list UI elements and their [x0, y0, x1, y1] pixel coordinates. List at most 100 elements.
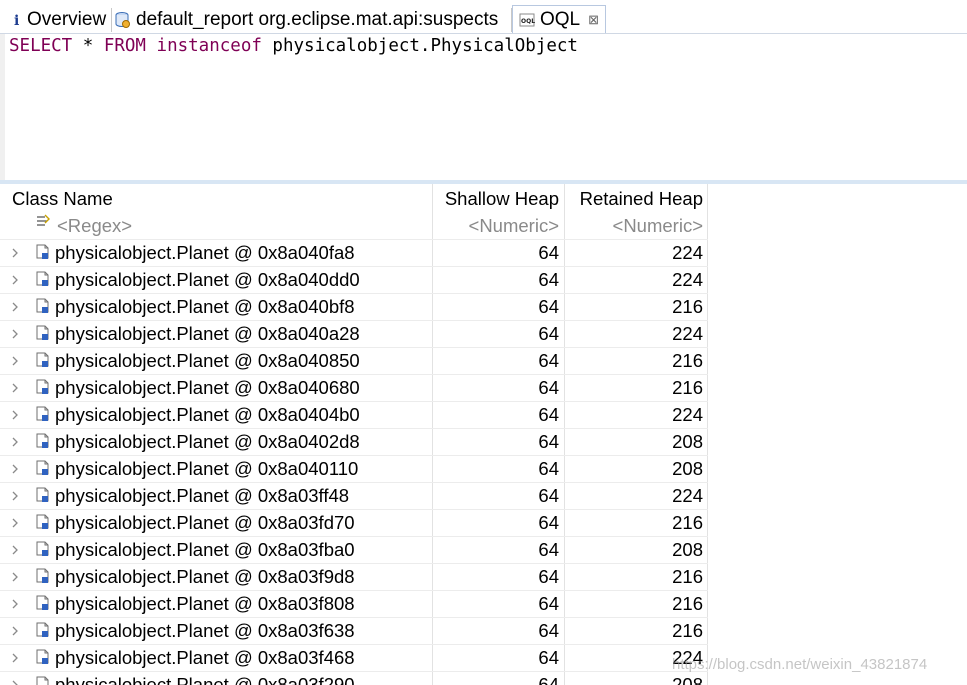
- shallow-heap-cell: 64: [538, 620, 559, 641]
- query-token: *: [72, 36, 104, 56]
- shallow-heap-cell: 64: [538, 566, 559, 587]
- class-name-filter-input[interactable]: <Regex>: [57, 213, 132, 239]
- table-row[interactable]: physicalobject.Planet @ 0x8a03f808 64 216: [0, 590, 708, 617]
- tab-overview[interactable]: i Overview: [12, 6, 106, 34]
- expand-chevron-icon[interactable]: [11, 433, 21, 451]
- oql-query-text: SELECT * FROM instanceof physicalobject.…: [9, 36, 578, 56]
- class-name-cell: physicalobject.Planet @ 0x8a040a28: [55, 323, 360, 344]
- shallow-heap-cell: 64: [538, 404, 559, 425]
- class-name-cell: physicalobject.Planet @ 0x8a03f638: [55, 620, 355, 641]
- class-name-cell: physicalobject.Planet @ 0x8a0402d8: [55, 431, 360, 452]
- object-instance-icon: [35, 404, 51, 429]
- shallow-heap-cell: 64: [538, 674, 559, 685]
- shallow-heap-cell: 64: [538, 647, 559, 668]
- table-row[interactable]: physicalobject.Planet @ 0x8a03f468 64 224: [0, 644, 708, 671]
- oql-query-editor[interactable]: SELECT * FROM instanceof physicalobject.…: [0, 34, 967, 180]
- retained-heap-cell: 216: [672, 350, 703, 371]
- expand-chevron-icon[interactable]: [11, 271, 21, 289]
- retained-heap-cell: 208: [672, 458, 703, 479]
- class-name-cell: physicalobject.Planet @ 0x8a040dd0: [55, 269, 360, 290]
- object-instance-icon: [35, 485, 51, 510]
- class-name-cell: physicalobject.Planet @ 0x8a03f468: [55, 647, 355, 668]
- table-row[interactable]: physicalobject.Planet @ 0x8a0402d8 64 208: [0, 428, 708, 455]
- table-row[interactable]: physicalobject.Planet @ 0x8a03ff48 64 224: [0, 482, 708, 509]
- class-name-cell: physicalobject.Planet @ 0x8a040fa8: [55, 242, 355, 263]
- oql-icon: OQL: [519, 12, 535, 28]
- class-name-cell: physicalobject.Planet @ 0x8a040850: [55, 350, 360, 371]
- table-row[interactable]: physicalobject.Planet @ 0x8a040110 64 208: [0, 455, 708, 482]
- retained-heap-cell: 216: [672, 512, 703, 533]
- tab-label: OQL: [540, 9, 581, 30]
- shallow-heap-cell: 64: [538, 512, 559, 533]
- object-instance-icon: [35, 269, 51, 294]
- table-row[interactable]: physicalobject.Planet @ 0x8a040fa8 64 224: [0, 239, 708, 266]
- class-name-cell: physicalobject.Planet @ 0x8a03f290: [55, 674, 355, 685]
- info-icon: i: [12, 12, 22, 28]
- object-instance-icon: [35, 566, 51, 591]
- object-instance-icon: [35, 512, 51, 537]
- retained-heap-cell: 216: [672, 377, 703, 398]
- column-header-shallow-heap[interactable]: Shallow Heap: [433, 184, 563, 213]
- expand-chevron-icon[interactable]: [11, 541, 21, 559]
- retained-heap-filter-input[interactable]: <Numeric>: [565, 213, 707, 239]
- retained-heap-cell: 224: [672, 485, 703, 506]
- object-instance-icon: [35, 593, 51, 618]
- shallow-heap-cell: 64: [538, 269, 559, 290]
- table-row[interactable]: physicalobject.Planet @ 0x8a040850 64 216: [0, 347, 708, 374]
- shallow-heap-cell: 64: [538, 296, 559, 317]
- results-table: Class Name Shallow Heap Retained Heap <R…: [0, 184, 967, 685]
- expand-chevron-icon[interactable]: [11, 406, 21, 424]
- retained-heap-cell: 216: [672, 620, 703, 641]
- close-icon[interactable]: ⊠: [588, 12, 599, 28]
- svg-text:OQL: OQL: [521, 18, 535, 25]
- expand-chevron-icon[interactable]: [11, 352, 21, 370]
- object-instance-icon: [35, 431, 51, 456]
- expand-chevron-icon[interactable]: [11, 379, 21, 397]
- retained-heap-cell: 224: [672, 323, 703, 344]
- expand-chevron-icon[interactable]: [11, 325, 21, 343]
- table-row[interactable]: physicalobject.Planet @ 0x8a040a28 64 224: [0, 320, 708, 347]
- svg-text:i: i: [14, 13, 19, 28]
- object-instance-icon: [35, 296, 51, 321]
- watermark: https://blog.csdn.net/weixin_43821874: [672, 656, 928, 673]
- expand-chevron-icon[interactable]: [11, 676, 21, 685]
- shallow-heap-cell: 64: [538, 539, 559, 560]
- expand-chevron-icon[interactable]: [11, 460, 21, 478]
- object-instance-icon: [35, 647, 51, 672]
- expand-chevron-icon[interactable]: [11, 514, 21, 532]
- table-row[interactable]: physicalobject.Planet @ 0x8a040dd0 64 224: [0, 266, 708, 293]
- table-row[interactable]: physicalobject.Planet @ 0x8a03f638 64 216: [0, 617, 708, 644]
- retained-heap-cell: 208: [672, 431, 703, 452]
- table-row[interactable]: physicalobject.Planet @ 0x8a040680 64 216: [0, 374, 708, 401]
- table-row[interactable]: physicalobject.Planet @ 0x8a03fba0 64 208: [0, 536, 708, 563]
- expand-chevron-icon[interactable]: [11, 568, 21, 586]
- class-name-cell: physicalobject.Planet @ 0x8a040bf8: [55, 296, 355, 317]
- expand-chevron-icon[interactable]: [11, 298, 21, 316]
- regex-filter-icon: [35, 213, 51, 233]
- editor-tab-bar: i Overview default_report org.eclipse.ma…: [0, 0, 967, 34]
- expand-chevron-icon[interactable]: [11, 649, 21, 667]
- expand-chevron-icon[interactable]: [11, 622, 21, 640]
- tab-label: Overview: [27, 9, 107, 30]
- column-header-retained-heap[interactable]: Retained Heap: [565, 184, 707, 213]
- retained-heap-cell: 216: [672, 593, 703, 614]
- tab-default-report[interactable]: default_report org.eclipse.mat.api:suspe…: [115, 6, 498, 34]
- object-instance-icon: [35, 242, 51, 267]
- tab-oql[interactable]: OQL OQL ⊠: [512, 5, 607, 34]
- expand-chevron-icon[interactable]: [11, 595, 21, 613]
- object-instance-icon: [35, 350, 51, 375]
- table-row[interactable]: physicalobject.Planet @ 0x8a03f290 64 208: [0, 671, 708, 685]
- column-header-class-name[interactable]: Class Name: [12, 184, 113, 213]
- table-row[interactable]: physicalobject.Planet @ 0x8a040bf8 64 216: [0, 293, 708, 320]
- shallow-heap-cell: 64: [538, 323, 559, 344]
- shallow-heap-cell: 64: [538, 242, 559, 263]
- table-row[interactable]: physicalobject.Planet @ 0x8a03fd70 64 216: [0, 509, 708, 536]
- object-instance-icon: [35, 539, 51, 564]
- table-row[interactable]: physicalobject.Planet @ 0x8a03f9d8 64 216: [0, 563, 708, 590]
- report-icon: [115, 11, 131, 29]
- shallow-heap-filter-input[interactable]: <Numeric>: [433, 213, 563, 239]
- expand-chevron-icon[interactable]: [11, 487, 21, 505]
- table-row[interactable]: physicalobject.Planet @ 0x8a0404b0 64 224: [0, 401, 708, 428]
- expand-chevron-icon[interactable]: [11, 244, 21, 262]
- object-instance-icon: [35, 674, 51, 685]
